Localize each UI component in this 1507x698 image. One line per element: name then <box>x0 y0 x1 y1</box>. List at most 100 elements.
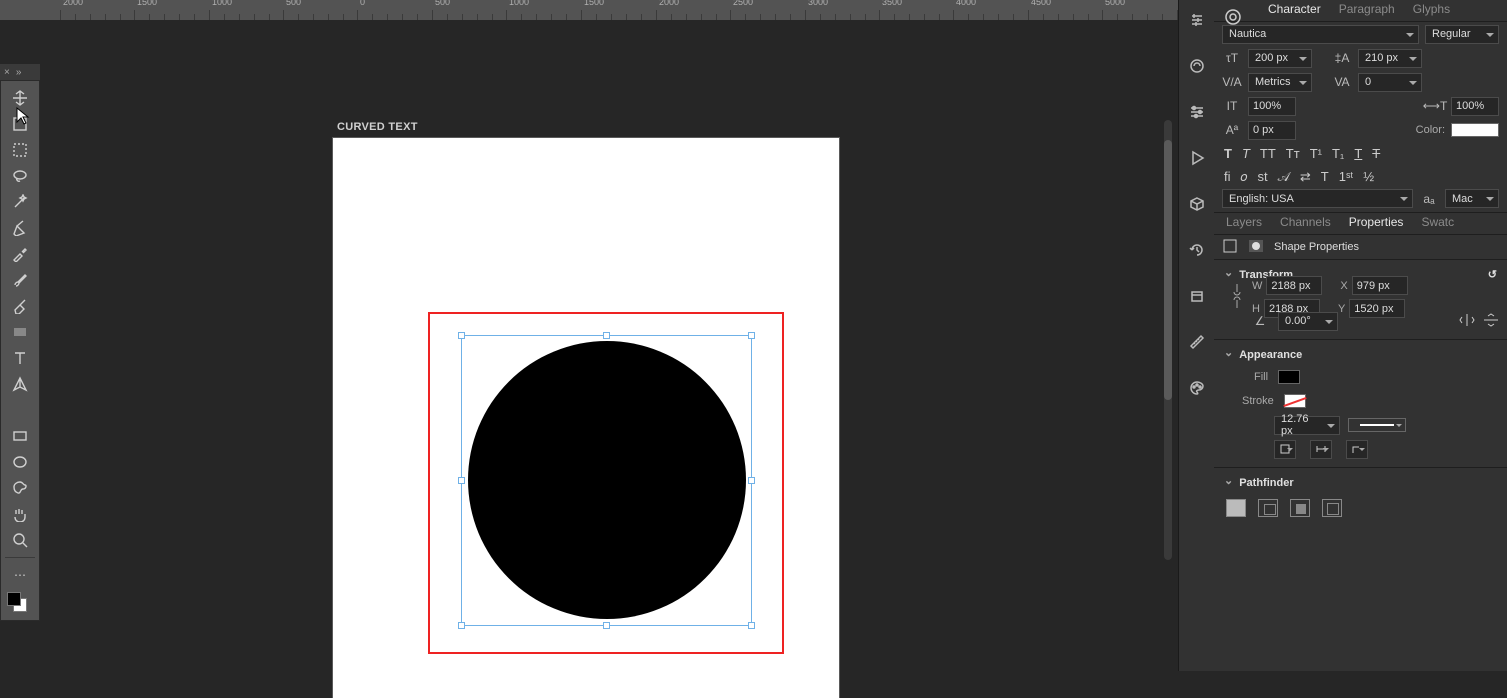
stroke-style-select[interactable] <box>1348 418 1406 432</box>
fill-swatch[interactable] <box>1278 370 1300 384</box>
pf-subtract[interactable] <box>1258 499 1278 517</box>
pen-tool[interactable] <box>3 371 37 397</box>
type-panel-tabs: Character Paragraph Glyphs <box>1214 0 1507 22</box>
reset-transform-icon[interactable]: ↺ <box>1488 268 1497 281</box>
scrollbar-thumb[interactable] <box>1164 140 1172 400</box>
font-size-field[interactable]: 200 px <box>1248 49 1312 68</box>
presets-icon[interactable] <box>1187 286 1207 306</box>
stroke-align-select[interactable] <box>1274 440 1296 459</box>
kerning-field[interactable]: Metrics <box>1248 73 1312 92</box>
fill-label: Fill <box>1254 371 1268 383</box>
leading-field[interactable]: 210 px <box>1358 49 1422 68</box>
eyedropper-tool[interactable] <box>3 241 37 267</box>
brush-tool[interactable] <box>3 267 37 293</box>
lasso-tool[interactable] <box>3 163 37 189</box>
width-field[interactable]: 2188 px <box>1266 276 1322 295</box>
stylistic-icon[interactable]: st <box>1257 169 1267 185</box>
stroke-width-field[interactable]: 12.76 px <box>1274 416 1340 435</box>
zoom-tool[interactable] <box>3 527 37 553</box>
italic-icon[interactable]: T <box>1242 146 1250 161</box>
half-icon[interactable]: ½ <box>1363 169 1374 185</box>
ellipse-tool[interactable] <box>3 449 37 475</box>
toolbox-header[interactable]: × » <box>0 64 40 80</box>
tab-swatches[interactable]: Swatc <box>1421 215 1454 229</box>
vscale-field[interactable]: 100% <box>1248 97 1296 116</box>
tab-properties[interactable]: Properties <box>1349 215 1404 229</box>
ordinal-icon[interactable]: 𝑜 <box>1241 169 1248 185</box>
x-field[interactable]: 979 px <box>1352 276 1408 295</box>
tab-glyphs[interactable]: Glyphs <box>1413 2 1450 16</box>
link-wh-icon[interactable] <box>1232 280 1242 315</box>
libraries-icon[interactable] <box>1187 56 1207 76</box>
pf-exclude[interactable] <box>1322 499 1342 517</box>
artboard-tool[interactable] <box>3 111 37 137</box>
font-size-value: 200 px <box>1255 52 1288 64</box>
close-icon[interactable]: × <box>4 67 10 78</box>
move-tool[interactable] <box>3 85 37 111</box>
superscript-icon[interactable]: T¹ <box>1310 146 1322 161</box>
appearance-header[interactable]: Appearance <box>1214 344 1507 365</box>
kerning-icon: V/A <box>1222 75 1242 89</box>
titling-icon[interactable]: ⇄ <box>1300 169 1311 185</box>
text-color-swatch[interactable] <box>1451 123 1499 137</box>
stroke-label: Stroke <box>1242 395 1274 407</box>
palette-icon[interactable] <box>1187 378 1207 398</box>
color-swatches[interactable] <box>1 588 39 620</box>
angle-field[interactable]: 0.00° <box>1278 312 1338 331</box>
settings-sliders-icon[interactable] <box>1187 102 1207 122</box>
stroke-corners-select[interactable] <box>1346 440 1368 459</box>
measure-icon[interactable] <box>1187 332 1207 352</box>
flip-v-icon[interactable] <box>1483 313 1499 330</box>
path-selection-tool[interactable] <box>3 397 37 423</box>
marquee-tool[interactable] <box>3 137 37 163</box>
tab-channels[interactable]: Channels <box>1280 215 1331 229</box>
bold-icon[interactable]: T <box>1224 146 1232 161</box>
tab-paragraph[interactable]: Paragraph <box>1339 2 1395 16</box>
appearance-label: Appearance <box>1239 349 1302 361</box>
fractions-icon[interactable]: T <box>1321 169 1329 185</box>
cube-3d-icon[interactable] <box>1187 194 1207 214</box>
ligature-icon[interactable]: fi <box>1224 169 1231 185</box>
edit-toolbar-icon[interactable]: ⋯ <box>3 562 37 588</box>
magic-wand-tool[interactable] <box>3 189 37 215</box>
font-family-select[interactable]: Nautica <box>1222 25 1419 44</box>
pathfinder-header[interactable]: Pathfinder <box>1214 472 1507 493</box>
tab-layers[interactable]: Layers <box>1226 215 1262 229</box>
hscale-field[interactable]: 100% <box>1451 97 1499 116</box>
tab-character[interactable]: Character <box>1268 2 1321 16</box>
pen-tool-icon[interactable] <box>3 215 37 241</box>
gradient-tool[interactable] <box>3 319 37 345</box>
flip-h-icon[interactable] <box>1459 313 1475 330</box>
lower-panel-tabs: Layers Channels Properties Swatc <box>1214 213 1507 235</box>
stroke-caps-select[interactable] <box>1310 440 1332 459</box>
type-tool[interactable] <box>3 345 37 371</box>
adjustments-icon[interactable] <box>1187 10 1207 30</box>
pf-intersect[interactable] <box>1290 499 1310 517</box>
underline-icon[interactable]: T <box>1354 146 1362 161</box>
y-field[interactable]: 1520 px <box>1349 299 1405 318</box>
custom-shape-tool[interactable] <box>3 475 37 501</box>
hand-tool[interactable] <box>3 501 37 527</box>
horizontal-ruler[interactable]: 2000150010005000500100015002000250030003… <box>0 0 1178 20</box>
history-icon[interactable] <box>1187 240 1207 260</box>
subscript-icon[interactable]: T₁ <box>1332 146 1344 161</box>
first-icon[interactable]: 1ˢᵗ <box>1339 169 1354 185</box>
pf-unite[interactable] <box>1226 499 1246 517</box>
expand-icon[interactable]: » <box>16 67 22 78</box>
eraser-tool[interactable] <box>3 293 37 319</box>
allcaps-icon[interactable]: TT <box>1260 146 1276 161</box>
stroke-swatch[interactable] <box>1284 394 1306 408</box>
font-family-value: Nautica <box>1229 28 1266 40</box>
language-select[interactable]: English: USA <box>1222 189 1413 208</box>
font-style-select[interactable]: Regular <box>1425 25 1499 44</box>
tracking-field[interactable]: 0 <box>1358 73 1422 92</box>
artboard-label: CURVED TEXT <box>337 121 418 133</box>
strike-icon[interactable]: T <box>1372 146 1380 161</box>
smallcaps-icon[interactable]: Tᴛ <box>1286 146 1300 161</box>
rectangle-tool[interactable] <box>3 423 37 449</box>
vertical-scrollbar[interactable] <box>1164 120 1172 560</box>
swash-icon[interactable]: 𝒜 <box>1278 169 1290 185</box>
play-icon[interactable] <box>1187 148 1207 168</box>
antialias-select[interactable]: Mac <box>1445 189 1499 208</box>
baseline-field[interactable]: 0 px <box>1248 121 1296 140</box>
